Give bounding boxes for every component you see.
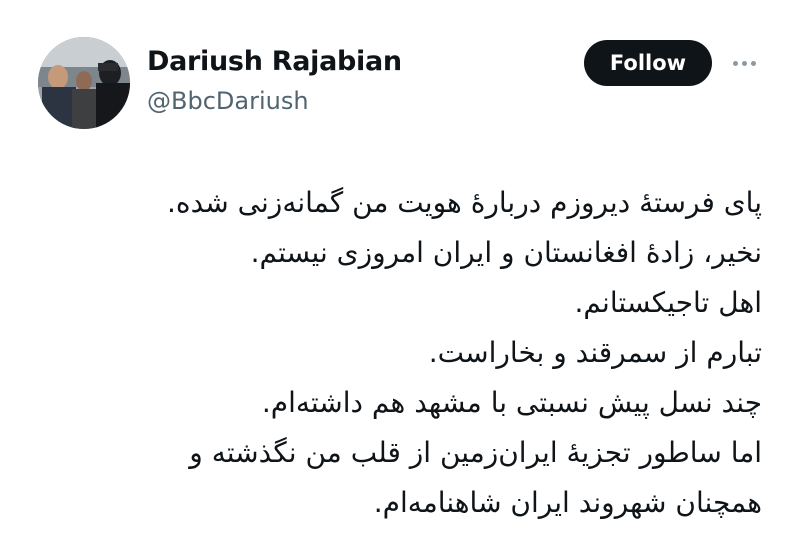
- follow-button[interactable]: Follow: [584, 40, 712, 86]
- tweet-line: پای فرستۀ دیروزم دربارۀ هویت من گمانه‌زن…: [167, 186, 762, 219]
- tweet-text: پای فرستۀ دیروزم دربارۀ هویت من گمانه‌زن…: [62, 178, 762, 528]
- tweet-line: چند نسل پیش نسبتی با مشهد هم داشته‌ام.: [261, 386, 762, 419]
- more-horizontal-icon[interactable]: [726, 52, 762, 74]
- tweet-line: اهل تاجیکستانم.: [574, 286, 762, 319]
- tweet-card: Dariush Rajabian @BbcDariush Follow پای …: [0, 0, 800, 538]
- more-dot: [741, 60, 747, 66]
- tweet-line: نخیر، زادۀ افغانستان و ایران امروزی نیست…: [250, 236, 762, 269]
- avatar[interactable]: [38, 37, 130, 129]
- more-dot: [750, 60, 756, 66]
- tweet-line: تبارم از سمرقند و بخاراست.: [428, 336, 762, 369]
- avatar-photo: [38, 37, 130, 129]
- more-dot: [732, 60, 738, 66]
- tweet-line: همچنان شهروند ایران شاهنامه‌ام.: [373, 486, 762, 519]
- author-name[interactable]: Dariush Rajabian: [147, 46, 402, 77]
- author-handle[interactable]: @BbcDariush: [147, 87, 309, 115]
- tweet-line: اما ساطور تجزیۀ ایران‌زمین از قلب من نگذ…: [189, 436, 762, 469]
